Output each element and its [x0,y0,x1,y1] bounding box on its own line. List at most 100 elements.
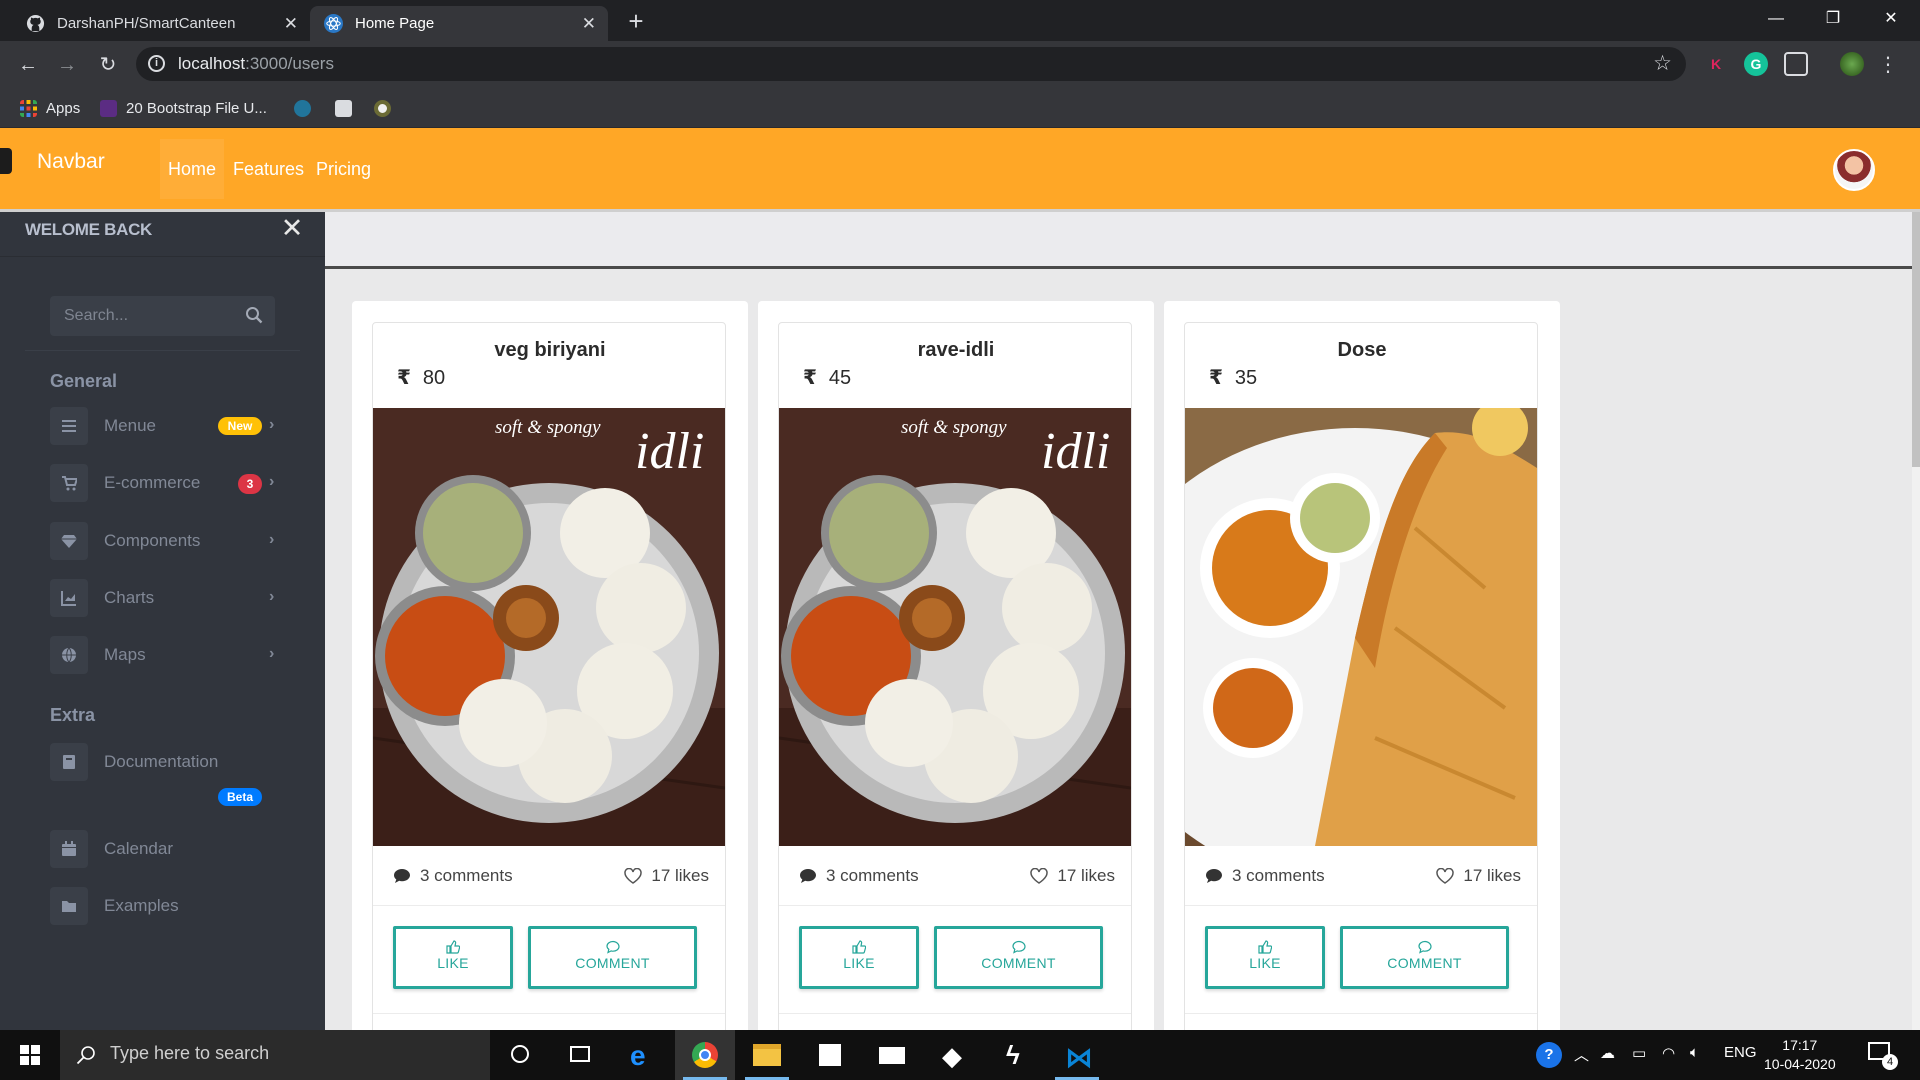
new-tab-button[interactable]: + [620,6,652,38]
comment-outline-icon [1011,940,1026,954]
taskbar-search-placeholder: Type here to search [110,1043,270,1063]
food-card: veg biriyani ₹80 soft & spongy idli 3 co… [372,322,726,1030]
mail-icon[interactable] [862,1030,922,1080]
edge-icon[interactable]: e [612,1030,672,1080]
forward-icon[interactable]: → [51,49,83,81]
like-button[interactable]: LIKE [393,926,513,989]
nav-link-pricing[interactable]: Pricing [308,139,379,199]
search-icon [76,1046,95,1065]
likes-count[interactable]: 17 likes [1030,866,1115,886]
sidebar-item-documentation[interactable]: Documentation Beta [50,743,290,813]
close-tab-icon[interactable]: ✕ [582,14,596,34]
url-text[interactable]: localhost:3000/users [178,54,334,74]
comments-count[interactable]: 3 comments [393,866,513,886]
sidebar-toggle[interactable] [0,148,12,174]
comment-button[interactable]: COMMENT [528,926,697,989]
language-indicator[interactable]: ENG [1724,1044,1757,1061]
battery-icon[interactable]: ▭ [1632,1044,1646,1062]
chrome-icon[interactable] [675,1030,735,1080]
divider [373,1013,725,1014]
windows-start-button[interactable] [0,1030,60,1080]
user-avatar[interactable] [1833,149,1875,191]
cortana-icon[interactable] [490,1030,550,1080]
like-button[interactable]: LIKE [799,926,919,989]
extension-k-icon[interactable]: K [1704,52,1728,76]
bookmark-star-icon[interactable]: ☆ [1653,51,1672,76]
search-input[interactable] [50,296,230,336]
thumbs-up-icon [852,940,866,954]
volume-icon[interactable]: 🔈︎ [1690,1044,1699,1061]
restore-icon[interactable]: ❐ [1808,0,1858,38]
bookmark-label: 20 Bootstrap File U... [126,99,267,117]
sidebar-item-charts[interactable]: Charts › [50,579,290,617]
chevron-up-icon[interactable]: ︿ [1574,1044,1589,1065]
bookmark-circle[interactable] [374,95,400,121]
like-button[interactable]: LIKE [1205,926,1325,989]
chrome-menu-icon[interactable]: ⋮ [1878,49,1898,81]
globe-icon [50,636,88,674]
comments-count[interactable]: 3 comments [799,866,919,886]
apps-grid-icon [20,99,37,117]
comments-count[interactable]: 3 comments [1205,866,1325,886]
likes-count[interactable]: 17 likes [1436,866,1521,886]
wifi-icon[interactable]: ◠ [1662,1044,1675,1062]
file-explorer-icon[interactable] [737,1030,797,1080]
divider [1185,1013,1537,1014]
notification-icon[interactable]: 4 [1868,1042,1898,1070]
scrollbar-thumb[interactable] [1912,212,1920,467]
content-header-bar [325,212,1920,269]
lightning-app-icon[interactable]: ϟ [985,1030,1045,1080]
system-clock[interactable]: 17:17 10-04-2020 [1764,1036,1836,1074]
likes-count[interactable]: 17 likes [624,866,709,886]
image-tagline: soft & spongy [495,417,601,438]
close-tab-icon[interactable]: ✕ [284,14,298,34]
comment-button[interactable]: COMMENT [934,926,1103,989]
windows-logo-icon [20,1045,40,1065]
comment-button[interactable]: COMMENT [1340,926,1509,989]
sidebar-item-label: Calendar [104,839,173,858]
sidebar-item-ecommerce[interactable]: E-commerce 3 › [50,464,290,502]
bookmark-wordpress[interactable] [294,95,320,121]
help-icon[interactable]: ? [1536,1042,1562,1068]
food-panel: rave-idli ₹45 soft & spongy idli 3 comme… [758,301,1154,1030]
sidebar-title: WELOME BACK [25,220,153,239]
sidebar-item-examples[interactable]: Examples [50,887,290,925]
store-icon[interactable] [800,1030,860,1080]
profile-avatar-icon[interactable] [1840,52,1864,76]
bookmark-apps[interactable]: Apps [20,95,80,121]
back-icon[interactable]: ← [12,49,44,81]
task-view-icon[interactable] [550,1030,610,1080]
bookmark-bootstrap[interactable]: 20 Bootstrap File U... [100,95,267,121]
sidebar-item-label: Documentation [104,752,219,771]
sidebar-item-label: Menue [104,416,156,435]
address-bar[interactable]: i localhost:3000/users ☆ [136,47,1686,81]
info-icon[interactable]: i [148,55,165,72]
sidebar-item-menue[interactable]: Menue New › [50,407,290,445]
sidebar-item-calendar[interactable]: Calendar [50,830,290,868]
github-icon [26,14,45,33]
nav-link-home[interactable]: Home [160,139,225,199]
sidebar-item-maps[interactable]: Maps › [50,636,290,674]
image-word: idli [635,423,704,480]
sidebar-item-components[interactable]: Components › [50,522,290,560]
close-window-icon[interactable]: ✕ [1866,0,1916,38]
bars-icon [50,407,88,445]
vscode-icon[interactable]: ⋈ [1047,1030,1107,1080]
search-icon[interactable] [245,306,263,324]
browser-tab-active[interactable]: Home Page ✕ [310,6,608,41]
minimize-icon[interactable]: — [1751,0,1801,38]
extension-download-icon[interactable] [1784,52,1808,76]
browser-tab[interactable]: DarshanPH/SmartCanteen ✕ [12,6,310,41]
windows-taskbar: Type here to search e ◆ ϟ ⋈ ? ︿ ☁ ▭ ◠ 🔈︎… [0,1030,1920,1080]
reload-icon[interactable]: ↻ [92,49,124,81]
cloud-icon[interactable]: ☁ [1600,1044,1615,1062]
beta-badge: Beta [218,788,262,806]
bookmark-store[interactable] [335,95,361,121]
page-scrollbar[interactable] [1912,212,1920,1030]
grammarly-icon[interactable]: G [1744,52,1768,76]
close-icon[interactable]: ✕ [279,213,305,243]
dropbox-icon[interactable]: ◆ [925,1030,985,1080]
nav-link-features[interactable]: Features [225,139,312,199]
navbar-brand[interactable]: Navbar [37,150,105,174]
taskbar-search[interactable]: Type here to search [60,1030,490,1080]
